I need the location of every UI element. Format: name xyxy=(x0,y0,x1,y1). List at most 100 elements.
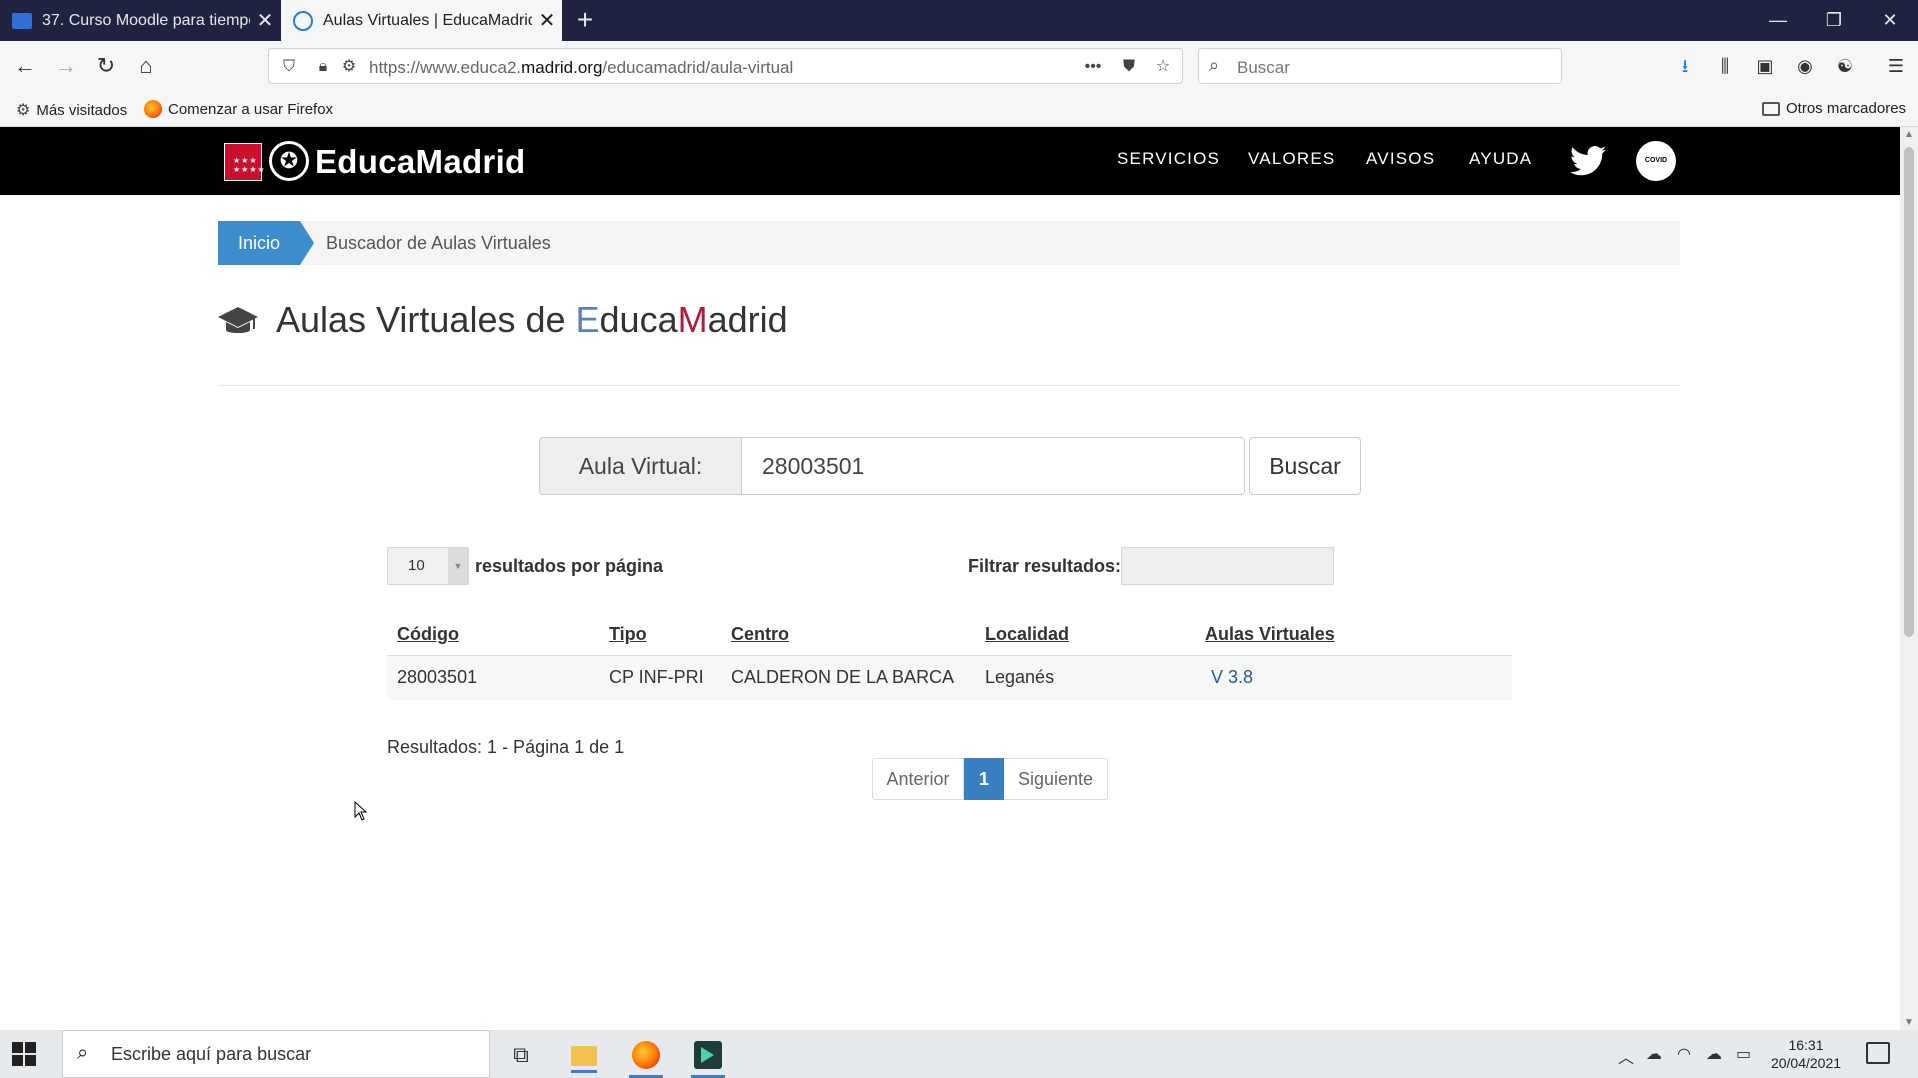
page-scrollbar[interactable]: ▲ ▼ xyxy=(1900,127,1918,1030)
url-text[interactable]: https://www.educa2.madrid.org/educamadri… xyxy=(369,58,793,78)
clapperboard-icon xyxy=(12,12,32,29)
column-header-codigo[interactable]: Código xyxy=(387,615,599,656)
browser-search-input[interactable]: ⌕ Buscar xyxy=(1198,48,1562,84)
results-summary: Resultados: 1 - Página 1 de 1 xyxy=(387,737,625,757)
tab-title: 37. Curso Moodle para tiempo xyxy=(42,11,250,29)
show-hidden-icons-icon[interactable]: ︿ xyxy=(1618,1044,1634,1068)
educamadrid-star-icon[interactable]: ✪ xyxy=(269,141,309,181)
extensions-icon[interactable]: ☯ xyxy=(1831,52,1859,80)
bookmark-otros-marcadores[interactable]: Otros marcadores xyxy=(1762,100,1906,117)
pagination-prev-button[interactable]: Anterior xyxy=(872,758,964,800)
per-page-value: 10 xyxy=(408,557,425,574)
mouse-cursor-icon xyxy=(354,801,368,821)
pagination-next-button[interactable]: Siguiente xyxy=(1004,758,1108,800)
bookmark-mas-visitados[interactable]: ⚙ Más visitados xyxy=(16,100,127,120)
permissions-icon[interactable]: ⚙ xyxy=(337,55,361,79)
shield-icon[interactable]: ⛉ xyxy=(277,55,301,79)
results-table: Código Tipo Centro Localidad Aulas Virtu… xyxy=(387,615,1512,700)
clock-date: 20/04/2021 xyxy=(1770,1055,1842,1071)
scroll-down-icon[interactable]: ▼ xyxy=(1900,1017,1918,1028)
menu-icon[interactable]: ☰ xyxy=(1882,52,1910,80)
library-icon[interactable]: ⫼ xyxy=(1711,52,1739,80)
per-page-select[interactable]: 10 ▼ xyxy=(387,547,469,585)
clock-time: 16:31 xyxy=(1788,1037,1824,1053)
breadcrumb: Inicio Buscador de Aulas Virtuales xyxy=(218,221,1680,265)
home-icon[interactable]: ⌂ xyxy=(129,49,163,83)
taskbar-search-placeholder: Escribe aquí para buscar xyxy=(111,1044,312,1064)
browser-tab-bar: 37. Curso Moodle para tiempo ✕ Aulas Vir… xyxy=(0,0,1918,41)
sidebar-icon[interactable]: ▣ xyxy=(1751,52,1779,80)
close-tab-icon[interactable]: ✕ xyxy=(532,8,562,33)
twitter-icon[interactable] xyxy=(1570,145,1606,177)
close-window-icon[interactable]: ✕ xyxy=(1862,0,1918,41)
educamadrid-favicon-icon xyxy=(293,10,313,31)
tab-title: Aulas Virtuales | EducaMadrid xyxy=(323,11,532,29)
minimize-window-icon[interactable]: — xyxy=(1750,0,1806,41)
taskbar-search-input[interactable]: ⌕ Escribe aquí para buscar xyxy=(62,1030,490,1078)
aula-virtual-link[interactable]: V 3.8 xyxy=(1195,655,1512,700)
breadcrumb-inicio[interactable]: Inicio xyxy=(218,221,314,265)
pagination-page-1[interactable]: 1 xyxy=(964,758,1004,800)
column-header-localidad[interactable]: Localidad xyxy=(975,615,1195,656)
comunidad-madrid-flag-icon[interactable]: ★★★ ★★★★ xyxy=(224,143,265,181)
aula-virtual-input[interactable]: 28003501 xyxy=(741,437,1245,495)
bookmark-label: Más visitados xyxy=(36,101,128,119)
covid-icon[interactable]: COVID xyxy=(1636,141,1676,181)
account-icon[interactable]: ◉ xyxy=(1791,52,1819,80)
nav-valores[interactable]: VALORES xyxy=(1248,149,1335,169)
downloads-icon[interactable]: ⭳ xyxy=(1671,52,1699,80)
taskbar-clock[interactable]: 16:31 20/04/2021 xyxy=(1766,1036,1846,1072)
onedrive-icon[interactable]: ☁ xyxy=(1646,1044,1662,1064)
more-actions-icon[interactable]: ••• xyxy=(1081,55,1105,79)
cell-codigo: 28003501 xyxy=(387,655,599,700)
buscar-button[interactable]: Buscar xyxy=(1249,437,1361,495)
file-explorer-icon[interactable] xyxy=(567,1038,601,1073)
filter-input[interactable] xyxy=(1121,547,1334,585)
page-viewport: ★★★ ★★★★ ✪ EducaMadrid SERVICIOS VALORES … xyxy=(0,127,1900,1030)
bookmark-star-icon[interactable]: ☆ xyxy=(1151,55,1175,79)
windows-start-icon[interactable] xyxy=(12,1042,36,1066)
close-tab-icon[interactable]: ✕ xyxy=(250,8,280,33)
restore-window-icon[interactable]: ❐ xyxy=(1806,0,1862,41)
cell-centro: CALDERON DE LA BARCA xyxy=(721,655,975,700)
nav-avisos[interactable]: AVISOS xyxy=(1366,149,1435,169)
bookmark-comenzar-firefox[interactable]: Comenzar a usar Firefox xyxy=(144,100,333,118)
nav-servicios[interactable]: SERVICIOS xyxy=(1117,149,1220,169)
forward-icon[interactable]: → xyxy=(49,49,83,83)
table-row: 28003501 CP INF-PRI CALDERON DE LA BARCA… xyxy=(387,655,1512,700)
cell-tipo: CP INF-PRI xyxy=(599,655,721,700)
column-header-centro[interactable]: Centro xyxy=(721,615,975,656)
wifi-icon[interactable]: ◠ xyxy=(1677,1044,1691,1064)
title-divider xyxy=(218,385,1680,386)
column-header-tipo[interactable]: Tipo xyxy=(599,615,721,656)
tab-aulas-virtuales[interactable]: Aulas Virtuales | EducaMadrid ✕ xyxy=(281,0,562,41)
search-placeholder: Buscar xyxy=(1237,58,1290,77)
chevron-down-icon: ▼ xyxy=(448,548,468,584)
notifications-icon[interactable] xyxy=(1866,1042,1890,1064)
breadcrumb-current: Buscador de Aulas Virtuales xyxy=(326,233,551,253)
reload-icon[interactable]: ↻ xyxy=(89,49,123,83)
aula-search-form: Aula Virtual: 28003501 Buscar xyxy=(539,437,1361,495)
table-header-row: Código Tipo Centro Localidad Aulas Virtu… xyxy=(387,615,1512,656)
back-icon[interactable]: ← xyxy=(8,49,42,83)
site-logo[interactable]: EducaMadrid xyxy=(315,143,526,181)
pocket-icon[interactable]: ⛊ xyxy=(1117,55,1141,79)
gear-icon: ⚙ xyxy=(16,102,31,119)
nav-ayuda[interactable]: AYUDA xyxy=(1469,149,1532,169)
tab-curso-moodle[interactable]: 37. Curso Moodle para tiempo ✕ xyxy=(0,0,280,41)
browser-nav-bar: ← → ↻ ⌂ ⛉ 🔒︎ ⚙ https://www.educa2.madrid… xyxy=(0,41,1918,91)
search-icon: ⌕ xyxy=(1209,55,1220,75)
cloud-upload-icon[interactable]: ☁ xyxy=(1706,1044,1722,1064)
lock-icon[interactable]: 🔒︎ xyxy=(311,55,335,79)
aula-virtual-label: Aula Virtual: xyxy=(539,437,741,495)
scrollbar-thumb[interactable] xyxy=(1904,147,1914,637)
battery-icon[interactable]: ▭ xyxy=(1736,1044,1751,1064)
firefox-taskbar-icon[interactable] xyxy=(629,1038,663,1078)
scroll-up-icon[interactable]: ▲ xyxy=(1900,129,1918,140)
filter-label: Filtrar resultados: xyxy=(968,556,1122,576)
new-tab-icon[interactable]: + xyxy=(570,5,600,35)
column-header-aulas-virtuales[interactable]: Aulas Virtuales xyxy=(1195,615,1512,656)
screen-recorder-icon[interactable] xyxy=(691,1038,725,1078)
url-bar[interactable]: ⛉ 🔒︎ ⚙ https://www.educa2.madrid.org/edu… xyxy=(268,48,1183,84)
task-view-icon[interactable]: ⧉ xyxy=(504,1038,538,1072)
